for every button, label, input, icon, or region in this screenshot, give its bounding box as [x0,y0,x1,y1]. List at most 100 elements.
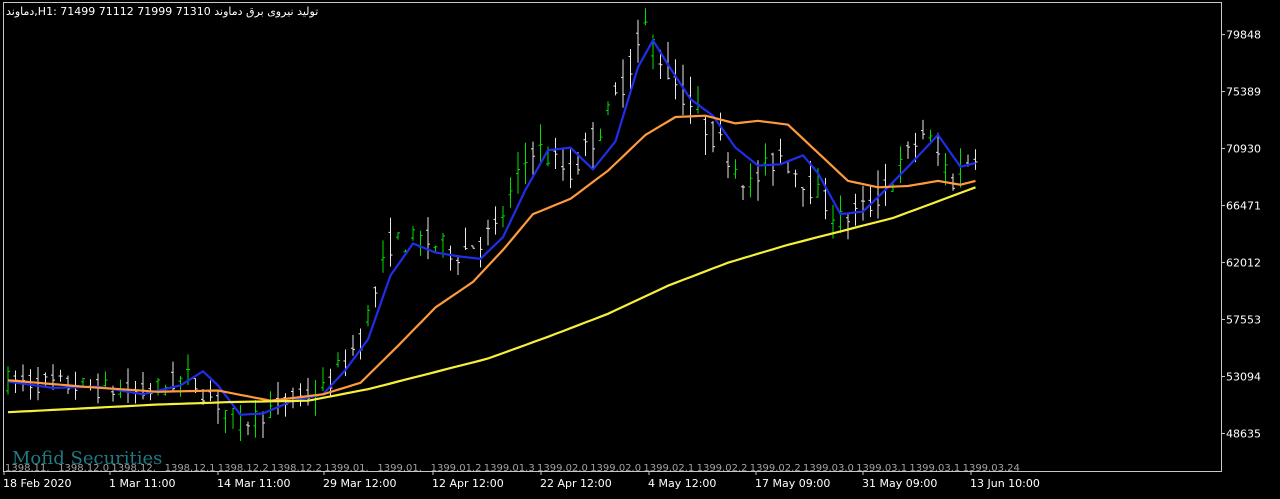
x-secondary-tick-label: 1398.12.2 [218,463,269,474]
price-bar [156,378,160,396]
price-bar [21,364,25,392]
moving-averages [7,38,976,416]
price-bar [621,59,625,108]
price-bar [58,369,63,382]
y-tick-label: 53094 [1226,371,1261,384]
x-tick-label: 17 May 09:00 [755,477,830,490]
x-tick-label: 31 May 09:00 [862,477,937,490]
price-bar [366,305,370,327]
price-bar [591,122,595,169]
x-secondary-tick-label: 1398.12.2 [271,463,322,474]
price-bar [906,141,910,159]
price-bar [463,227,468,251]
price-bar [846,212,850,240]
price-bar [643,8,648,26]
x-secondary-tick-label: 1399.03.0 [803,463,854,474]
x-tick-label: 22 Apr 12:00 [540,477,612,490]
price-bar [216,389,220,424]
x-tick-label: 12 Apr 12:00 [432,477,504,490]
price-bar [883,163,888,206]
x-secondary-tick-label: 1399.01.3 [484,463,535,474]
x-secondary-tick-label: 1399.03.1 [856,463,907,474]
price-bar [456,255,460,276]
price-bar [321,367,325,392]
chart-canvas[interactable]: 79848 75389 70930 66471 62012 57553 53094 48635… [0,0,1280,495]
price-bar [711,121,715,153]
price-bar [448,245,453,271]
price-bar [238,405,243,442]
timeframe-label: H1 [38,5,53,18]
y-tick-label: 57553 [1226,314,1261,327]
price-bar [703,116,708,155]
price-chart[interactable]: 79848 75389 70930 66471 62012 57553 53094 48635… [0,0,1280,495]
price-bar [358,328,363,360]
x-secondary-tick-label: 1399.01.2 [431,463,482,474]
price-bar [418,230,423,256]
x-secondary-tick-label: 1399.01. [324,463,369,474]
price-bars [6,8,978,442]
price-bar [943,152,948,186]
x-tick-label: 29 Mar 12:00 [323,477,396,490]
chart-header-title: دماوند,H1: 71499 71112 71999 71310 تولید… [6,5,318,18]
price-bar [793,169,798,188]
price-bar [223,410,228,434]
x-secondary-tick-label: 1399.02.0 [537,463,588,474]
x-secondary-tick-label: 1398.12.1 [165,463,216,474]
price-bar [861,185,865,221]
price-bar [336,352,340,368]
price-bar [508,177,513,208]
price-bar [763,143,768,176]
price-bar [81,377,85,387]
price-bar [853,193,858,226]
price-bar [246,421,250,436]
y-tick-label: 48635 [1226,427,1261,440]
y-tick-label: 75389 [1226,86,1261,99]
price-bar [771,152,775,186]
x-secondary-tick-label: 1399.02.2 [697,463,748,474]
price-bar [538,124,543,162]
price-bar [636,19,640,63]
price-bar [493,206,498,235]
price-bar [606,101,610,116]
price-bar [531,141,535,175]
x-tick-label: 1 Mar 11:00 [109,477,175,490]
x-secondary-tick-label: 1399.02.2 [750,463,801,474]
price-bar [126,368,130,403]
symbol-description: تولید نیروی برق دماوند [214,5,318,18]
y-tick-label: 66471 [1226,200,1261,213]
price-bar [696,86,700,114]
price-bar [103,371,108,389]
price-bar [523,142,528,185]
y-tick-label: 70930 [1226,143,1261,156]
price-bar [598,128,603,142]
ma-slow-line [7,186,976,414]
price-bar [253,399,258,438]
price-bar [801,187,805,207]
price-bar [88,379,93,391]
price-bar [486,219,490,246]
price-bar [973,149,978,170]
x-secondary-tick-label: 1399.01. [377,463,422,474]
price-bar [411,226,415,241]
x-secondary-tick-label: 1399.03.1 [909,463,960,474]
price-bar [396,232,400,240]
y-tick-label: 79848 [1226,29,1261,42]
price-bar [276,382,280,415]
price-bar [373,286,378,308]
price-bar [51,364,55,390]
price-bar [426,217,430,260]
price-axis: 79848 75389 70930 66471 62012 57553 53094 48635 [1221,29,1261,440]
x-secondary-tick-label: 1399.02.1 [643,463,694,474]
price-bar [613,82,618,96]
ma-fast-line [7,38,976,416]
price-bar [583,132,588,157]
symbol-name: دماوند [6,5,34,18]
price-bar [388,217,393,267]
header-colon: : [53,5,60,18]
price-bar [478,236,483,268]
price-bar [471,245,475,249]
price-bar [898,146,903,184]
price-bar [921,119,925,140]
x-tick-label: 18 Feb 2020 [3,477,71,490]
price-bar [561,148,565,181]
